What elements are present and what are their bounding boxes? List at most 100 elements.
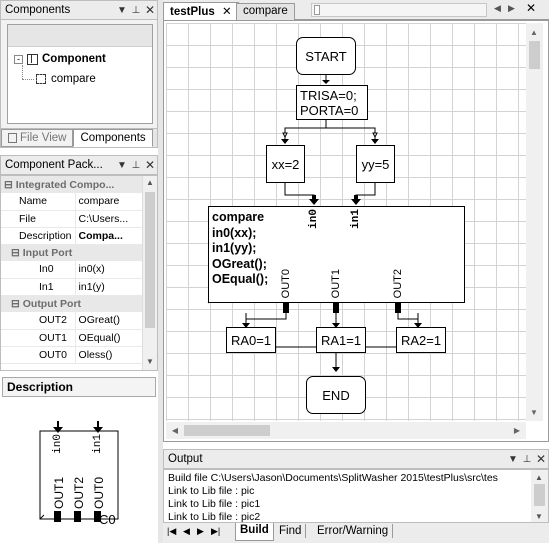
flowchart-xx-node[interactable]: xx=2 (266, 145, 305, 183)
scroll-right-arrow-icon[interactable]: ▶ (510, 423, 524, 437)
category-label: Output Port (22, 297, 82, 310)
scroll-thumb[interactable] (529, 41, 540, 69)
editor-tabbar: testPlus ✕ compare ◀ ▶ ✕ (163, 0, 549, 21)
property-row[interactable]: OUT2 OGreat() (1, 312, 143, 330)
scroll-down-arrow-icon[interactable]: ▼ (146, 357, 154, 366)
property-value[interactable]: Compa... (74, 227, 143, 245)
scroll-down-arrow-icon[interactable]: ▼ (527, 405, 541, 419)
tab-testplus[interactable]: testPlus ✕ (163, 2, 239, 21)
property-value[interactable]: in1(y) (74, 278, 143, 296)
property-row[interactable]: OUT1 OEqual() (1, 329, 143, 347)
component-icon (27, 53, 38, 65)
node-line: compare (212, 210, 265, 224)
property-row[interactable]: Name compare (1, 193, 143, 211)
output-log[interactable]: Build file C:\Users\Jason\Documents\Spli… (163, 469, 549, 523)
tree-item-compare[interactable]: compare (36, 73, 96, 85)
flowchart-yy-node[interactable]: yy=5 (356, 145, 395, 183)
close-icon[interactable]: ✕ (143, 158, 157, 172)
property-scrollbar[interactable]: ▲ ▼ (142, 176, 157, 370)
components-panel-body: - Component compare (0, 20, 158, 128)
flowchart-start-node[interactable]: START (296, 37, 356, 75)
pin-icon[interactable]: ⊥ (129, 5, 143, 16)
property-name: Description (1, 227, 76, 245)
scroll-up-arrow-icon[interactable]: ▲ (535, 471, 543, 484)
first-page-icon[interactable]: |◀ (167, 526, 176, 537)
flowchart-ra1-node[interactable]: RA1=1 (316, 327, 366, 353)
last-page-icon[interactable]: ▶| (211, 526, 220, 537)
property-row[interactable]: File C:\Users... (1, 210, 143, 228)
property-table: ⊟ Integrated Compo... Name compare File C:… (1, 176, 143, 364)
scroll-down-arrow-icon[interactable]: ▼ (535, 510, 543, 522)
collapse-icon[interactable]: ⊟ (4, 179, 13, 191)
component-tree: - Component compare (7, 24, 153, 124)
tab-compare[interactable]: compare (236, 3, 295, 20)
property-row[interactable]: Description Compa... (1, 227, 143, 245)
tab-components[interactable]: Components (73, 129, 153, 147)
node-label: RA2=1 (400, 332, 442, 348)
scroll-thumb[interactable] (534, 484, 545, 506)
property-value[interactable]: Oless() (74, 346, 143, 364)
category-output-port[interactable]: ⊟ Output Port (1, 295, 143, 312)
dropdown-arrow-icon[interactable]: ▼ (115, 5, 129, 16)
scroll-up-arrow-icon[interactable]: ▲ (527, 25, 541, 39)
collapse-icon[interactable]: ⊟ (11, 298, 20, 310)
flowchart-ra2-node[interactable]: RA2=1 (396, 327, 446, 353)
scroll-right-icon[interactable]: ▶ (508, 3, 515, 14)
flowchart-end-node[interactable]: END (306, 376, 366, 414)
pin-icon[interactable]: ⊥ (520, 454, 534, 465)
flowchart-ra0-node[interactable]: RA0=1 (226, 327, 276, 353)
scroll-left-arrow-icon[interactable]: ◀ (168, 423, 182, 437)
collapse-icon[interactable]: - (14, 54, 23, 64)
close-icon[interactable]: ✕ (526, 1, 536, 15)
scroll-left-icon[interactable]: ◀ (494, 3, 501, 14)
scroll-thumb[interactable] (145, 192, 155, 328)
tab-file-view[interactable]: File View (1, 129, 74, 147)
components-panel-title: Components (5, 4, 71, 16)
close-icon[interactable]: ✕ (222, 6, 232, 18)
property-row[interactable]: OUT0 Oless() (1, 346, 143, 364)
property-value[interactable]: OEqual() (74, 329, 143, 347)
property-name: OUT2 (1, 312, 76, 330)
dropdown-arrow-icon[interactable]: ▼ (115, 160, 129, 171)
property-value[interactable]: compare (74, 193, 143, 211)
compare-out2-label: OUT2 (392, 269, 404, 299)
category-integrated[interactable]: ⊟ Integrated Compo... (1, 176, 143, 193)
preview-out2-label: OUT2 (72, 477, 86, 510)
node-label: RA1=1 (320, 332, 362, 348)
tab-scroll-track[interactable] (311, 3, 487, 17)
property-name: Name (1, 193, 76, 211)
category-input-port[interactable]: ⊟ Input Port (1, 244, 143, 261)
node-label: END (322, 387, 350, 403)
tab-error-warning[interactable]: Error/Warning (313, 524, 394, 538)
close-icon[interactable]: ✕ (143, 3, 157, 17)
flowchart-canvas[interactable]: START TRISA=0; PORTA=0 xx=2 yy=5 compare… (166, 23, 526, 421)
tab-build[interactable]: Build (235, 523, 274, 541)
scroll-thumb[interactable] (184, 425, 270, 436)
collapse-icon[interactable]: ⊟ (11, 247, 20, 259)
scroll-up-arrow-icon[interactable]: ▲ (146, 178, 154, 187)
dropdown-arrow-icon[interactable]: ▼ (506, 454, 520, 465)
property-value[interactable]: OGreat() (74, 312, 143, 330)
category-label: Integrated Compo... (15, 178, 115, 191)
tree-item-component[interactable]: - Component (14, 53, 106, 65)
log-line: Link to Lib file : pic1 (168, 498, 261, 510)
editor-horizontal-scrollbar[interactable]: ◀ ▶ (166, 422, 526, 439)
prev-page-icon[interactable]: ◀ (183, 526, 190, 537)
editor-vertical-scrollbar[interactable]: ▲ ▼ (526, 23, 543, 421)
next-page-icon[interactable]: ▶ (197, 526, 204, 537)
flowchart-init-node[interactable]: TRISA=0; PORTA=0 (296, 85, 368, 120)
compare-out1-label: OUT1 (330, 269, 342, 299)
log-line: Link to Lib file : pic (168, 485, 255, 497)
property-value[interactable]: in0(x) (74, 261, 143, 279)
preview-out0-label: OUT0 (92, 477, 106, 510)
close-icon[interactable]: ✕ (534, 452, 548, 466)
preview-out1-label: OUT1 (52, 477, 66, 510)
node-label: yy=5 (361, 156, 390, 172)
tab-scroll-thumb[interactable] (314, 5, 320, 15)
property-row[interactable]: In1 in1(y) (1, 278, 143, 296)
tab-find[interactable]: Find (275, 524, 307, 538)
property-value[interactable]: C:\Users... (74, 210, 143, 228)
property-row[interactable]: In0 in0(x) (1, 261, 143, 279)
output-scrollbar[interactable]: ▲ ▼ (531, 470, 548, 522)
pin-icon[interactable]: ⊥ (129, 160, 143, 171)
